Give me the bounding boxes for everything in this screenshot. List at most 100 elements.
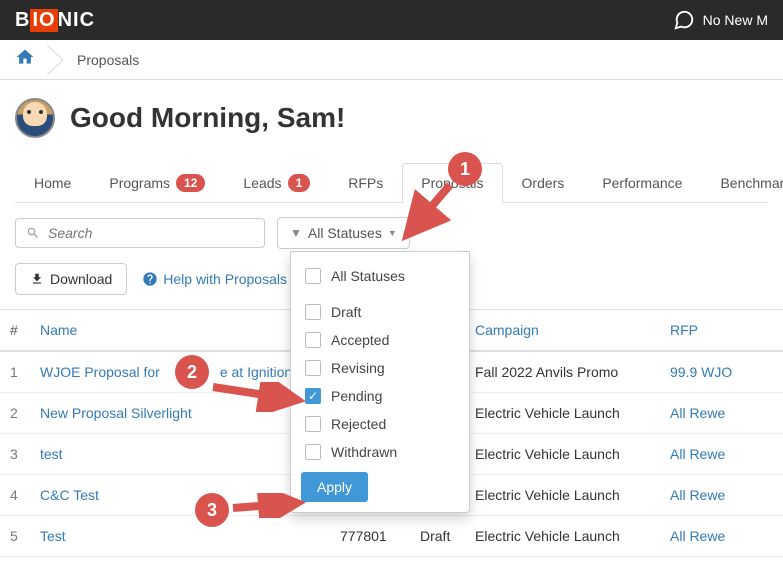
tab-home[interactable]: Home: [15, 163, 90, 202]
checkbox[interactable]: [305, 416, 321, 432]
search-field[interactable]: [48, 225, 254, 241]
status-dropdown: All Statuses Draft Accepted Revising ✓Pendi…: [290, 251, 470, 513]
row-name: test: [30, 434, 330, 475]
dropdown-option-label: Accepted: [331, 332, 389, 348]
tab-label: Performance: [602, 175, 682, 191]
rfp-link[interactable]: 99.9 WJO: [670, 364, 732, 380]
proposal-link[interactable]: WJOE Proposal for: [40, 364, 160, 380]
tab-badge: 12: [176, 174, 205, 192]
apply-button[interactable]: Apply: [301, 472, 368, 502]
row-index: 5: [0, 516, 30, 557]
search-input[interactable]: [15, 218, 265, 248]
dropdown-option-accepted[interactable]: Accepted: [301, 326, 459, 354]
dropdown-option-revising[interactable]: Revising: [301, 354, 459, 382]
row-campaign: Fall 2022 Anvils Promo: [465, 351, 660, 393]
tab-benchmarking[interactable]: Benchmarking: [701, 163, 783, 202]
annotation-2: 2: [175, 355, 209, 389]
messages-link[interactable]: No New M: [673, 9, 768, 31]
dropdown-option-draft[interactable]: Draft: [301, 298, 459, 326]
tab-orders[interactable]: Orders: [503, 163, 584, 202]
dropdown-option-rejected[interactable]: Rejected: [301, 410, 459, 438]
row-campaign: Electric Vehicle Launch: [465, 393, 660, 434]
checkbox[interactable]: [305, 268, 321, 284]
home-icon[interactable]: [15, 47, 35, 73]
messages-label: No New M: [703, 12, 768, 28]
tab-label: Programs: [109, 175, 170, 191]
download-label: Download: [50, 271, 112, 287]
breadcrumb-current: Proposals: [77, 52, 139, 68]
dropdown-option-label: Draft: [331, 304, 361, 320]
download-icon: [30, 272, 44, 286]
checkbox[interactable]: [305, 444, 321, 460]
row-rfp: All Rewe: [660, 475, 783, 516]
proposal-link-part2[interactable]: e at Ignition: [220, 364, 292, 380]
tab-rfps[interactable]: RFPs: [329, 163, 402, 202]
tab-label: Orders: [522, 175, 565, 191]
dropdown-all-option[interactable]: All Statuses: [301, 262, 459, 290]
rfp-link[interactable]: All Rewe: [670, 446, 725, 462]
rfp-link[interactable]: All Rewe: [670, 487, 725, 503]
toolbar: ▼ All Statuses ▼ All Statuses DraftAccep…: [0, 203, 783, 263]
dropdown-option-withdrawn[interactable]: Withdrawn: [301, 438, 459, 466]
tab-leads[interactable]: Leads 1: [224, 163, 329, 202]
col-campaign[interactable]: Campaign: [465, 310, 660, 352]
row-index: 2: [0, 393, 30, 434]
row-rfp: 99.9 WJO: [660, 351, 783, 393]
annotation-3: 3: [195, 493, 229, 527]
tab-label: RFPs: [348, 175, 383, 191]
row-campaign: Electric Vehicle Launch: [465, 475, 660, 516]
tab-label: Home: [34, 175, 71, 191]
proposal-link[interactable]: C&C Test: [40, 487, 99, 503]
row-index: 4: [0, 475, 30, 516]
checkbox[interactable]: [305, 360, 321, 376]
dropdown-option-label: Revising: [331, 360, 385, 376]
page-title: Good Morning, Sam!: [70, 102, 345, 134]
arrow-1-icon: [395, 180, 465, 250]
tabs: HomePrograms12Leads1RFPsProposalsOrdersP…: [15, 163, 768, 203]
status-filter-label: All Statuses: [308, 225, 382, 241]
greeting-row: Good Morning, Sam!: [0, 80, 783, 163]
avatar[interactable]: [15, 98, 55, 138]
tab-label: Leads: [243, 175, 281, 191]
tab-performance[interactable]: Performance: [583, 163, 701, 202]
arrow-3-icon: [228, 493, 308, 518]
search-icon: [26, 226, 40, 240]
checkbox[interactable]: [305, 304, 321, 320]
col-rfp[interactable]: RFP: [660, 310, 783, 352]
row-rfp: All Rewe: [660, 516, 783, 557]
status-filter-button[interactable]: ▼ All Statuses ▼: [277, 217, 410, 249]
chat-icon: [673, 9, 695, 31]
row-index: 1: [0, 351, 30, 393]
table-row: 5 Test 777801DraftElectric Vehicle Launch A…: [0, 516, 783, 557]
col-name[interactable]: Name: [30, 310, 330, 352]
proposal-link[interactable]: Test: [40, 528, 66, 544]
row-name: Test: [30, 516, 330, 557]
help-label: Help with Proposals: [163, 271, 287, 287]
proposal-link[interactable]: test: [40, 446, 63, 462]
tab-programs[interactable]: Programs 12: [90, 163, 224, 202]
dropdown-option-label: Rejected: [331, 416, 386, 432]
breadcrumb: Proposals: [0, 40, 783, 80]
help-link[interactable]: Help with Proposals: [142, 271, 287, 287]
help-icon: [142, 271, 158, 287]
topbar: BIONIC No New M: [0, 0, 783, 40]
dropdown-option-pending[interactable]: ✓Pending: [301, 382, 459, 410]
tab-badge: 1: [288, 174, 311, 192]
checkbox[interactable]: [305, 332, 321, 348]
dropdown-header-label: All Statuses: [331, 268, 405, 284]
proposal-link[interactable]: New Proposal Silverlight: [40, 405, 192, 421]
col-index: #: [0, 310, 30, 352]
rfp-link[interactable]: All Rewe: [670, 405, 725, 421]
row-id: 777801: [330, 516, 410, 557]
download-button[interactable]: Download: [15, 263, 127, 295]
row-rfp: All Rewe: [660, 393, 783, 434]
row-campaign: Electric Vehicle Launch: [465, 516, 660, 557]
row-status: Draft: [410, 516, 465, 557]
arrow-2-icon: [208, 382, 308, 412]
dropdown-option-label: Pending: [331, 388, 382, 404]
dropdown-option-label: Withdrawn: [331, 444, 397, 460]
rfp-link[interactable]: All Rewe: [670, 528, 725, 544]
tab-label: Benchmarking: [720, 175, 783, 191]
filter-icon: ▼: [290, 226, 302, 240]
logo[interactable]: BIONIC: [15, 9, 95, 32]
